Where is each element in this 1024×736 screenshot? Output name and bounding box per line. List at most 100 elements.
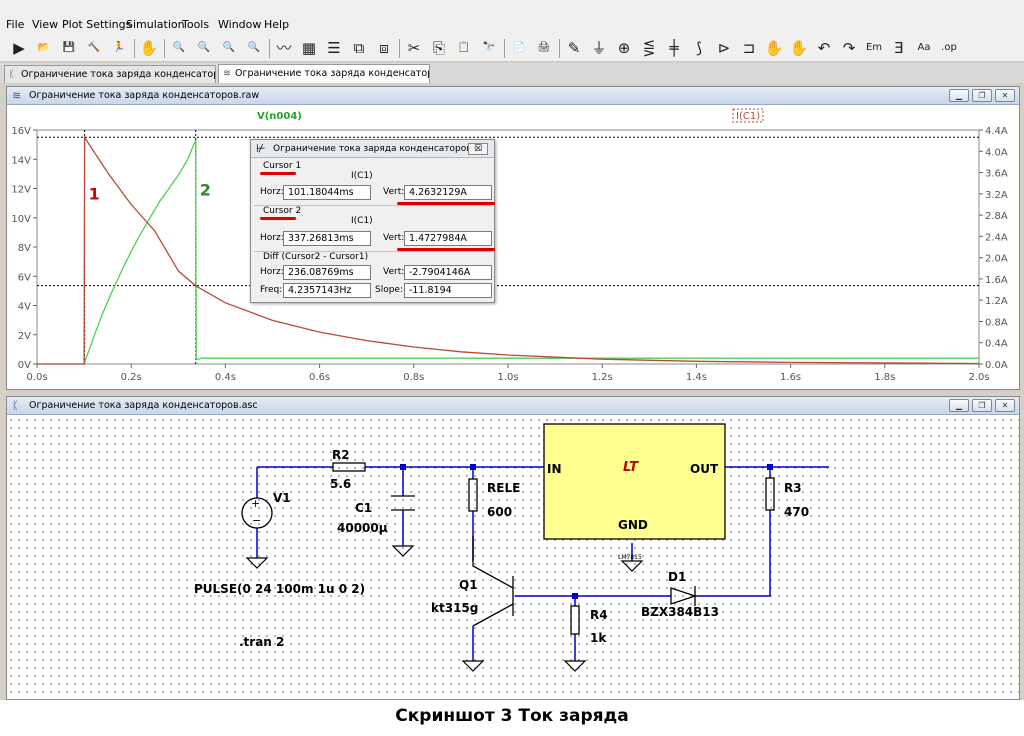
tab-schematic[interactable]: ᛕ Ограничение тока заряда конденсаторов.a…: [4, 65, 216, 83]
reg-in-label: IN: [547, 462, 562, 476]
schematic-icon: ᛕ: [12, 399, 19, 412]
diff-label: Diff (Cursor2 - Cursor1): [263, 252, 369, 262]
undo-icon[interactable]: ↶: [813, 37, 835, 59]
cursor-dialog: ⊬ Ограничение тока заряда конденсаторов.…: [250, 139, 495, 303]
drag-icon[interactable]: ✋: [788, 37, 810, 59]
menu-simulation[interactable]: Simulation: [126, 18, 185, 31]
tile-horizontal-icon[interactable]: ☰: [323, 37, 345, 59]
y-left-tick-label: 8V: [18, 243, 31, 254]
diff-horz-field[interactable]: 236.08769ms: [283, 265, 371, 280]
schematic-drawing[interactable]: + − V1 R2 5.6 C1 40000µ RELE 600 IN OUT …: [7, 416, 1019, 699]
diff-vert-field[interactable]: -2.7904146A: [404, 265, 492, 280]
minimize-button[interactable]: ▁: [949, 399, 969, 412]
find-icon[interactable]: 🔭: [478, 37, 500, 59]
cut-icon[interactable]: ✂: [403, 37, 425, 59]
menu-plot-settings[interactable]: Plot Settings: [62, 18, 131, 31]
halt-icon[interactable]: 🏃: [108, 37, 130, 59]
open-icon[interactable]: 📂: [33, 37, 55, 59]
menu-view[interactable]: View: [32, 18, 58, 31]
restore-button[interactable]: ❐: [972, 399, 992, 412]
save-icon[interactable]: 💾: [58, 37, 80, 59]
resistor-r4[interactable]: [570, 605, 580, 635]
label-icon[interactable]: ⊕: [613, 37, 635, 59]
wire-icon[interactable]: ✎: [563, 37, 585, 59]
waveform-window-titlebar[interactable]: ≋ Ограничение тока заряда конденсаторов.…: [7, 87, 1019, 105]
resistor-icon[interactable]: ⋚: [638, 37, 660, 59]
autorange-icon[interactable]: 〰: [273, 37, 295, 59]
rele-value: 600: [487, 505, 512, 519]
zoom-cancel-icon[interactable]: 🔍: [243, 37, 265, 59]
tran-directive[interactable]: .tran 2: [239, 635, 284, 649]
slope-label: Slope:: [375, 285, 404, 295]
x-tick-label: 0.6s: [309, 372, 330, 383]
x-tick-label: 1.4s: [686, 372, 707, 383]
waveform-plot[interactable]: 0.0s 0.2s 0.4s 0.6s 0.8s 1.0s 1.2s 1.4s 1.6s 1.8s…: [7, 106, 1019, 389]
pulse-directive[interactable]: PULSE(0 24 100m 1u 0 2): [194, 582, 365, 596]
cursor-dialog-titlebar[interactable]: ⊬ Ограничение тока заряда конденсаторов.…: [251, 140, 494, 158]
schematic-window-titlebar[interactable]: ᛕ Ограничение тока заряда конденсаторов.…: [7, 397, 1019, 415]
cursor1-vert-label: Vert:: [383, 187, 405, 197]
close-button[interactable]: ✕: [995, 89, 1015, 102]
mirror-icon[interactable]: Ǝ: [888, 37, 910, 59]
tab-waveform[interactable]: ≋ Ограничение тока заряда конденсаторов.r…: [218, 64, 430, 83]
dialog-close-button[interactable]: ☒: [468, 143, 488, 155]
tab-label: Ограничение тока заряда конденсаторов.as…: [21, 69, 215, 80]
text-icon[interactable]: Aa: [913, 37, 935, 59]
menu-tools[interactable]: Tools: [182, 18, 209, 31]
tab-label: Ограничение тока заряда конденсаторов.ra…: [235, 68, 429, 79]
cursor1-horz-field[interactable]: 101.18044ms: [283, 185, 371, 200]
rotate-icon[interactable]: Em: [863, 37, 885, 59]
y-right-tick-label: 3.6A: [985, 169, 1008, 180]
copy-icon[interactable]: ⎘: [428, 37, 450, 59]
menu-window[interactable]: Window: [218, 18, 261, 31]
move-icon[interactable]: ✋: [763, 37, 785, 59]
menu-help[interactable]: Help: [264, 18, 289, 31]
menu-bar: File View Plot Settings Simulation Tools…: [0, 0, 1024, 34]
spice-directive-icon[interactable]: .op: [938, 37, 960, 59]
inductor-icon[interactable]: ⟆: [688, 37, 710, 59]
capacitor-c1[interactable]: [391, 495, 415, 511]
y-left-tick-label: 2V: [18, 331, 31, 342]
restore-button[interactable]: ❐: [972, 89, 992, 102]
cursor1-vert-field[interactable]: 4.2632129A: [404, 185, 492, 200]
cascade-icon[interactable]: ⧈: [373, 37, 395, 59]
component-icon[interactable]: ⊐: [738, 37, 760, 59]
toolbar-separator: [164, 39, 165, 58]
capacitor-icon[interactable]: ╪: [663, 37, 685, 59]
resistor-r2[interactable]: [332, 462, 366, 472]
print-preview-icon[interactable]: 📄: [508, 37, 530, 59]
zoom-full-icon[interactable]: 🔍: [218, 37, 240, 59]
ground-icon[interactable]: ⏚: [588, 37, 610, 59]
slope-field[interactable]: -11.8194: [404, 283, 492, 298]
minimize-button[interactable]: ▁: [949, 89, 969, 102]
cursor2-vert-field[interactable]: 1.4727984A: [404, 231, 492, 246]
paste-icon[interactable]: 📋: [453, 37, 475, 59]
print-icon[interactable]: 🖨: [533, 37, 555, 59]
y-right-tick-label: 3.2A: [985, 190, 1008, 201]
ground-icon: [461, 660, 485, 672]
menu-file[interactable]: File: [6, 18, 24, 31]
freq-field[interactable]: 4.2357143Hz: [283, 283, 371, 298]
cursor2-horz-label: Horz:: [260, 233, 284, 243]
rele-label: RELE: [487, 481, 520, 495]
zoom-out-icon[interactable]: 🔍: [193, 37, 215, 59]
cursor2-horz-field[interactable]: 337.26813ms: [283, 231, 371, 246]
run-icon[interactable]: ▶: [8, 37, 30, 59]
control-panel-icon[interactable]: 🔨: [83, 37, 105, 59]
redo-icon[interactable]: ↷: [838, 37, 860, 59]
toolbar-separator: [559, 39, 560, 58]
grid-icon[interactable]: ▦: [298, 37, 320, 59]
resistor-r3[interactable]: [765, 477, 775, 511]
plot-area[interactable]: 0.0s 0.2s 0.4s 0.6s 0.8s 1.0s 1.2s 1.4s 1.6s 1.8s…: [7, 106, 1019, 389]
diode-icon[interactable]: ⊳: [713, 37, 735, 59]
tile-vertical-icon[interactable]: ⧉: [348, 37, 370, 59]
close-button[interactable]: ✕: [995, 399, 1015, 412]
schematic-canvas[interactable]: + − V1 R2 5.6 C1 40000µ RELE 600 IN OUT …: [7, 416, 1019, 699]
zoom-in-icon[interactable]: 🔍: [168, 37, 190, 59]
pan-hand-icon[interactable]: ✋: [138, 37, 160, 59]
transistor-q1[interactable]: [472, 536, 514, 627]
resistor-rele[interactable]: [468, 478, 478, 512]
y-right-tick-label: 2.8A: [985, 211, 1008, 222]
diode-d1[interactable]: [670, 586, 698, 606]
cursor2-annotation: 2: [200, 180, 211, 199]
